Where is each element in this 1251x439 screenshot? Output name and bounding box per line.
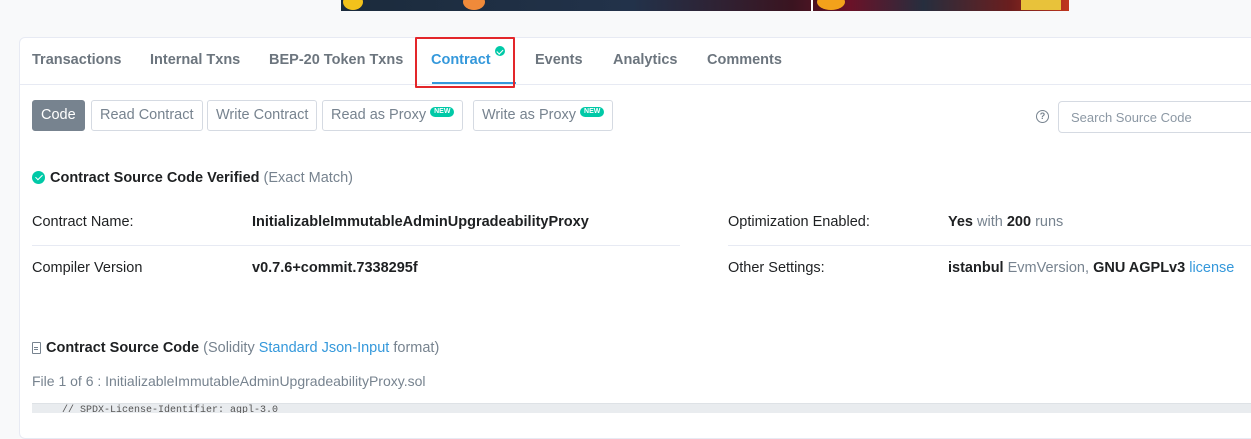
optimization-value: Yes with 200 runs — [948, 214, 1063, 230]
tab-transactions[interactable]: Transactions — [32, 52, 121, 68]
compiler-version-label: Compiler Version — [32, 260, 143, 276]
other-settings-value: istanbul EvmVersion, GNU AGPLv3 license — [948, 260, 1234, 276]
file-line: File 1 of 6 : InitializableImmutableAdmi… — [32, 373, 426, 389]
source-suffix: format) — [393, 340, 440, 356]
read-as-proxy-label: Read as Proxy — [331, 107, 427, 123]
write-as-proxy-button[interactable]: Write as Proxy NEW — [473, 100, 614, 131]
tab-bep20-token-txns[interactable]: BEP-20 Token Txns — [269, 52, 403, 68]
source-code-heading: Contract Source Code (Solidity Standard … — [32, 340, 439, 356]
tab-bar: Transactions Internal Txns BEP-20 Token … — [20, 38, 1251, 85]
contract-name-value: InitializableImmutableAdminUpgradeabilit… — [252, 214, 589, 230]
evm-version-word: EvmVersion, — [1007, 260, 1090, 276]
write-as-proxy-label: Write as Proxy — [482, 107, 577, 123]
divider — [728, 245, 1251, 246]
license-link[interactable]: license — [1189, 260, 1234, 276]
new-badge: NEW — [580, 107, 605, 117]
read-contract-button[interactable]: Read Contract — [91, 100, 203, 131]
optimization-with: with — [977, 214, 1003, 230]
compiler-version-value: v0.7.6+commit.7338295f — [252, 260, 418, 276]
tab-events[interactable]: Events — [535, 52, 583, 68]
standard-json-input-link[interactable]: Standard Json-Input — [259, 340, 390, 356]
new-badge: NEW — [430, 107, 455, 117]
verified-title: Contract Source Code Verified — [50, 170, 260, 186]
banner-coin-icon — [343, 0, 363, 10]
tab-comments[interactable]: Comments — [707, 52, 782, 68]
write-contract-button[interactable]: Write Contract — [207, 100, 318, 131]
match-type: (Exact Match) — [263, 170, 353, 186]
source-code-title: Contract Source Code — [46, 340, 200, 356]
optimization-yes: Yes — [948, 214, 973, 230]
evm-version: istanbul — [948, 260, 1004, 276]
code-button[interactable]: Code — [32, 100, 85, 131]
tab-internal-txns[interactable]: Internal Txns — [150, 52, 240, 68]
search-source-code-input[interactable] — [1058, 101, 1251, 133]
license-name: GNU AGPLv3 — [1093, 260, 1186, 276]
banner-divider — [811, 0, 813, 11]
optimization-runs: 200 — [1006, 214, 1032, 230]
file-code-icon — [32, 342, 41, 354]
contract-card: Transactions Internal Txns BEP-20 Token … — [19, 37, 1251, 439]
divider — [32, 245, 680, 246]
code-editor[interactable]: // SPDX-License-Identifier: agpl-3.0 — [32, 403, 1251, 413]
banner-character-icon — [817, 0, 845, 10]
tab-analytics[interactable]: Analytics — [613, 52, 677, 68]
read-as-proxy-button[interactable]: Read as Proxy NEW — [322, 100, 464, 131]
ad-banner[interactable] — [341, 0, 1069, 11]
optimization-runs-word: runs — [1035, 214, 1064, 230]
banner-decoration-icon — [1021, 0, 1061, 10]
highlight-annotation — [415, 37, 515, 88]
contract-name-label: Contract Name: — [32, 214, 134, 230]
verified-check-icon — [32, 171, 45, 184]
other-settings-label: Other Settings: — [728, 260, 825, 276]
optimization-label: Optimization Enabled: — [728, 214, 870, 230]
help-icon[interactable]: ? — [1036, 110, 1049, 123]
verified-status: Contract Source Code Verified (Exact Mat… — [32, 169, 353, 186]
source-prefix: (Solidity — [203, 340, 255, 356]
banner-character-icon — [463, 0, 485, 10]
